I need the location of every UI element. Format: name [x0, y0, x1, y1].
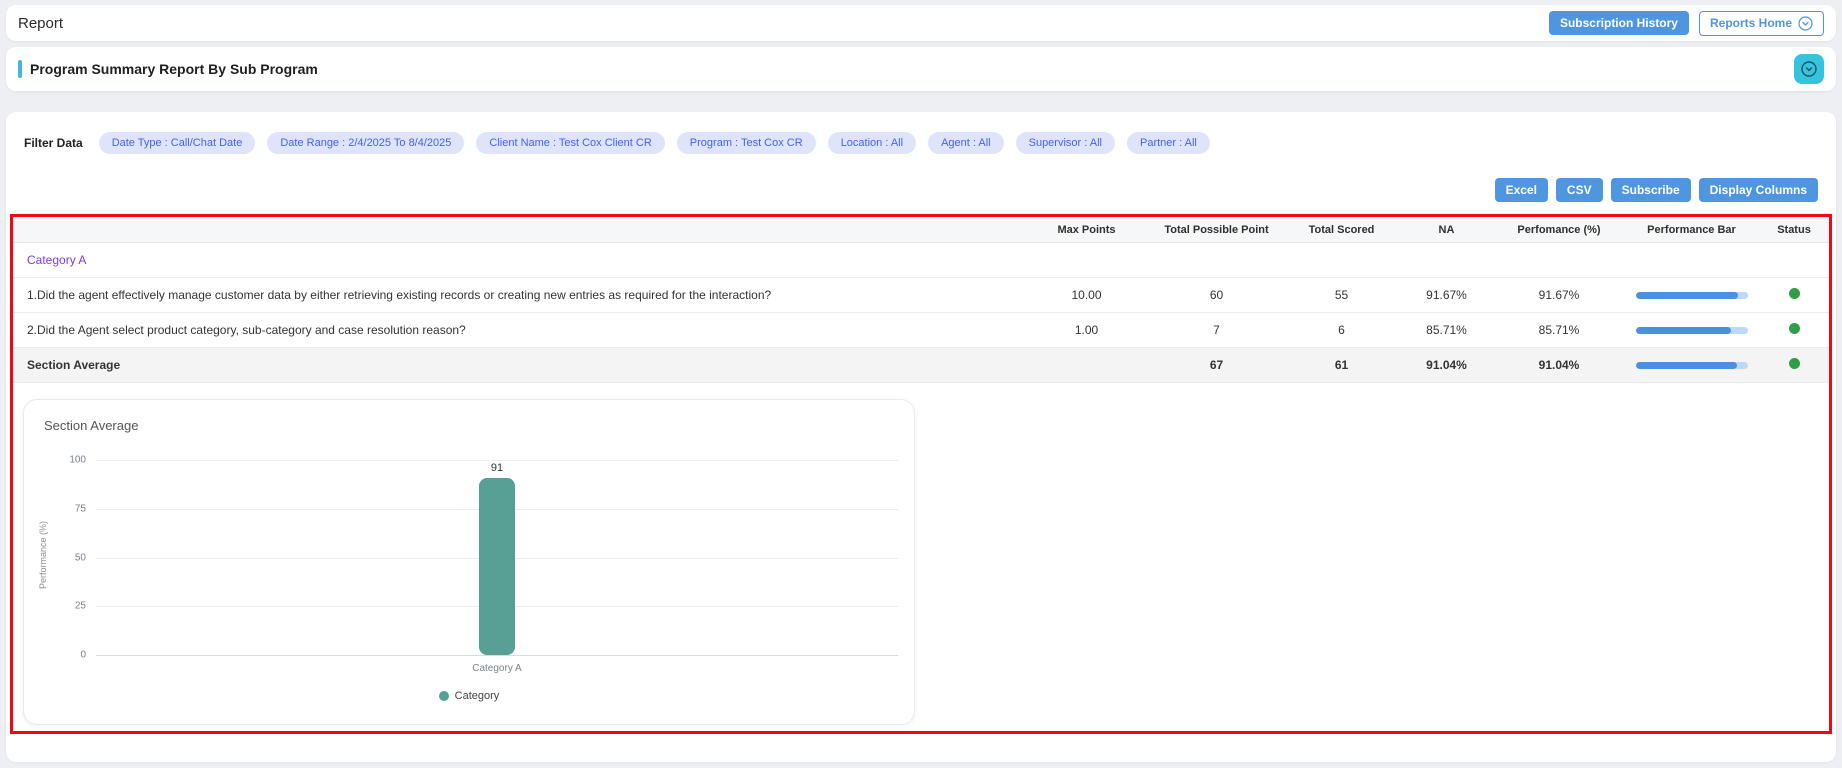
chart-title: Section Average: [44, 418, 138, 433]
total-scored-value: 55: [1284, 284, 1399, 306]
filter-chip-agent: Agent : All: [928, 132, 1004, 154]
filter-chip-location: Location : All: [828, 132, 916, 154]
max-points-value: 1.00: [1024, 319, 1149, 341]
question-text: 2.Did the Agent select product category,…: [13, 319, 1024, 341]
excel-button[interactable]: Excel: [1495, 178, 1548, 202]
top-bar-actions: Subscription History Reports Home: [1549, 11, 1824, 36]
circle-chevron-down-icon: [1800, 60, 1818, 78]
max-points-value: [1024, 361, 1149, 369]
report-content-card: Filter Data Date Type : Call/Chat Date D…: [6, 112, 1836, 762]
filter-chip-supervisor: Supervisor : All: [1016, 132, 1115, 154]
col-question: [13, 226, 1024, 234]
total-possible-value: 60: [1149, 284, 1284, 306]
filter-data-label: Filter Data: [24, 136, 83, 150]
filter-chip-date-range: Date Range : 2/4/2025 To 8/4/2025: [267, 132, 464, 154]
col-total-scored: Total Scored: [1284, 220, 1399, 240]
chart-legend[interactable]: Category: [24, 690, 914, 702]
performance-bar: [1624, 288, 1759, 303]
performance-bar-track: [1636, 327, 1748, 334]
export-toolbar: Excel CSV Subscribe Display Columns: [6, 164, 1836, 212]
legend-dot-icon: [439, 691, 449, 701]
category-label: Category A: [13, 249, 1829, 271]
status-cell: [1759, 284, 1829, 306]
subscription-history-button[interactable]: Subscription History: [1549, 11, 1689, 35]
na-value: 91.67%: [1399, 284, 1494, 306]
total-scored-value: 6: [1284, 319, 1399, 341]
page-title: Report: [18, 15, 63, 32]
performance-value: 85.71%: [1494, 319, 1624, 341]
bar-value-label: 91: [491, 462, 503, 474]
reports-home-label: Reports Home: [1710, 16, 1792, 30]
section-average-label: Section Average: [13, 354, 1024, 376]
filter-row: Filter Data Date Type : Call/Chat Date D…: [6, 112, 1836, 164]
status-green-dot: [1789, 288, 1800, 299]
col-status: Status: [1759, 220, 1829, 240]
chevron-down-circle-icon: [1798, 16, 1813, 31]
col-max-points: Max Points: [1024, 220, 1149, 240]
report-title: Program Summary Report By Sub Program: [30, 61, 318, 77]
collapse-button[interactable]: [1794, 54, 1824, 84]
legend-label: Category: [455, 690, 500, 702]
y-tick-75: 75: [75, 503, 86, 514]
filter-chip-partner: Partner : All: [1127, 132, 1210, 154]
gridline-0: 0: [96, 655, 898, 656]
summary-table: Max Points Total Possible Point Total Sc…: [13, 217, 1829, 383]
table-row-question-2: 2.Did the Agent select product category,…: [13, 313, 1829, 348]
col-performance-bar: Performance Bar: [1624, 220, 1759, 240]
performance-bar-fill: [1636, 292, 1739, 299]
section-average-row: Section Average 67 61 91.04% 91.04%: [13, 348, 1829, 383]
status-green-dot: [1789, 323, 1800, 334]
total-possible-value: 67: [1149, 354, 1284, 376]
table-row-question-1: 1.Did the agent effectively manage custo…: [13, 278, 1829, 313]
filter-chip-program: Program : Test Cox CR: [677, 132, 816, 154]
performance-value: 91.67%: [1494, 284, 1624, 306]
report-title-bar: Program Summary Report By Sub Program: [6, 47, 1836, 91]
performance-value: 91.04%: [1494, 354, 1624, 376]
filter-chip-date-type: Date Type : Call/Chat Date: [99, 132, 256, 154]
col-total-possible-point: Total Possible Point: [1149, 220, 1284, 240]
performance-bar: [1624, 323, 1759, 338]
na-value: 91.04%: [1399, 354, 1494, 376]
chart-plot-area: 100 75 50 25 0 91: [96, 460, 898, 655]
y-axis-title: Performance (%): [38, 500, 48, 610]
performance-bar-track: [1636, 292, 1748, 299]
performance-bar: [1624, 358, 1759, 373]
chart-bar-wrap: 91: [96, 460, 898, 655]
status-cell: [1759, 319, 1829, 341]
highlighted-report-region: Max Points Total Possible Point Total Sc…: [10, 214, 1832, 734]
performance-bar-fill: [1636, 362, 1738, 369]
status-cell: [1759, 354, 1829, 376]
total-possible-value: 7: [1149, 319, 1284, 341]
section-average-chart-card: Section Average Performance (%) 100 75 5…: [23, 399, 915, 725]
performance-bar-track: [1636, 362, 1748, 369]
y-tick-0: 0: [80, 650, 86, 661]
display-columns-button[interactable]: Display Columns: [1699, 178, 1818, 202]
x-axis-category-label: Category A: [96, 663, 898, 674]
col-performance-pct: Perfomance (%): [1494, 220, 1624, 240]
category-a-bar: 91: [479, 478, 515, 655]
max-points-value: 10.00: [1024, 284, 1149, 306]
filter-chip-client-name: Client Name : Test Cox Client CR: [476, 132, 664, 154]
top-bar: Report Subscription History Reports Home: [6, 5, 1836, 41]
na-value: 85.71%: [1399, 319, 1494, 341]
col-na: NA: [1399, 220, 1494, 240]
csv-button[interactable]: CSV: [1556, 178, 1603, 202]
total-scored-value: 61: [1284, 354, 1399, 376]
status-green-dot: [1789, 358, 1800, 369]
y-tick-25: 25: [75, 601, 86, 612]
subscribe-button[interactable]: Subscribe: [1611, 178, 1691, 202]
category-row: Category A: [13, 243, 1829, 278]
y-tick-100: 100: [69, 455, 86, 466]
y-tick-50: 50: [75, 552, 86, 563]
performance-bar-fill: [1636, 327, 1732, 334]
table-header-row: Max Points Total Possible Point Total Sc…: [13, 217, 1829, 243]
question-text: 1.Did the agent effectively manage custo…: [13, 284, 1024, 306]
title-accent-bar: [18, 60, 22, 78]
reports-home-button[interactable]: Reports Home: [1699, 11, 1824, 36]
